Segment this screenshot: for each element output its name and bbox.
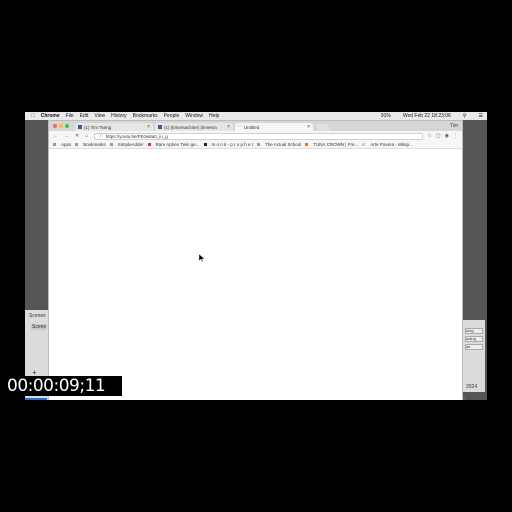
bookmark-simpleadder[interactable]: SimpleAdder	[109, 142, 144, 147]
zoom-window-icon[interactable]	[65, 124, 69, 128]
battery-percent[interactable]: 91%	[381, 113, 391, 119]
profile-button[interactable]: Tim	[450, 123, 458, 129]
bookmark-arte-povera[interactable]: Arte Povera - Wikip...	[362, 142, 413, 147]
taskbar-accent-left	[25, 398, 47, 400]
controls-panel: ning ading de 2024	[463, 320, 485, 392]
tab-strip: (1) Tim Tseng × (1) (timemachine) (timem…	[49, 121, 462, 131]
new-tab-button[interactable]	[315, 124, 331, 131]
menu-app-name[interactable]: Chrome	[41, 113, 60, 119]
tab-untitled[interactable]: ◠ Untitled ×	[235, 123, 313, 131]
menu-edit[interactable]: Edit	[80, 113, 89, 119]
mouse-cursor-icon	[199, 254, 205, 262]
bookmark-aphex[interactable]: Rare Aphex Twin ge...	[147, 142, 200, 147]
page-icon	[109, 143, 113, 146]
tab-close-icon[interactable]: ×	[227, 124, 230, 130]
menu-bookmarks[interactable]: Bookmarks	[133, 113, 158, 119]
bookmark-monk-prophet[interactable]: m o n k - p r o p h e t	[203, 142, 254, 147]
facebook-icon	[78, 125, 82, 129]
chrome-window: (1) Tim Tseng × (1) (timemachine) (timem…	[48, 120, 463, 400]
tab-label: Untitled	[243, 124, 260, 130]
control-button-2[interactable]: ading	[465, 336, 483, 342]
bookmark-label: TUNA CROWN | Fre...	[313, 142, 359, 147]
address-bar[interactable]: ⓘ https://youtu.be/FE0w8a0_iu_g	[94, 132, 424, 140]
browser-toolbar: ← → ✕ ⌂ ⓘ https://youtu.be/FE0w8a0_iu_g …	[49, 131, 462, 141]
notification-icon[interactable]: ☰	[479, 113, 483, 119]
bookmark-label: The Actual School	[265, 142, 302, 147]
menubar-status: 91% Wed Feb 22 18:23:06 ⚲ ☰	[375, 113, 483, 119]
scene-item[interactable]: Scene	[31, 324, 48, 330]
site-icon	[305, 143, 309, 146]
bookmark-actual-school[interactable]: The Actual School	[257, 142, 301, 147]
star-icon	[75, 143, 79, 146]
tab-close-icon[interactable]: ×	[307, 124, 310, 130]
menu-view[interactable]: View	[94, 113, 105, 119]
bookmark-label: Arte Povera - Wikip...	[370, 142, 413, 147]
page-icon	[257, 143, 261, 146]
facebook-icon	[158, 125, 162, 129]
bookmarks-bar: Apps Bookmarks SimpleAdder Rare Aphex Tw…	[49, 141, 462, 149]
window-controls	[53, 124, 69, 128]
tab-label: (1) (timemachine) (timema	[164, 124, 217, 130]
url-text[interactable]: https://youtu.be/FE0w8a0_iu_g	[106, 134, 168, 139]
forward-icon[interactable]: →	[64, 133, 69, 139]
page-content[interactable]	[49, 150, 462, 400]
extension-icon-2[interactable]: ◉	[445, 133, 449, 139]
menubar-clock[interactable]: Wed Feb 22 18:23:06	[403, 113, 451, 119]
mac-menubar:  Chrome File Edit View History Bookmark…	[25, 112, 487, 120]
bookmark-label: SimpleAdder	[117, 142, 144, 147]
tab-close-icon[interactable]: ×	[147, 124, 150, 130]
apps-grid-icon	[53, 143, 56, 146]
bookmark-star-icon[interactable]: ☆	[427, 133, 431, 139]
menu-kebab-icon[interactable]: ⋮	[453, 133, 458, 139]
bookmark-label: Rare Aphex Twin ge...	[155, 142, 200, 147]
year-label: 2024	[466, 384, 478, 390]
menu-help[interactable]: Help	[209, 113, 219, 119]
apple-icon[interactable]: 	[31, 113, 35, 119]
back-icon[interactable]: ←	[53, 133, 58, 139]
close-window-icon[interactable]	[53, 124, 57, 128]
extension-icon[interactable]: ▢	[436, 133, 441, 139]
control-button-3[interactable]: de	[465, 344, 483, 350]
info-icon[interactable]: ⓘ	[98, 133, 103, 139]
tab-label: (1) Tim Tseng	[84, 124, 112, 130]
site-icon	[203, 143, 207, 146]
scenes-label: Scenes	[29, 313, 46, 319]
bookmark-apps[interactable]: Apps	[53, 142, 71, 147]
video-timecode: 00:00:09;11	[7, 376, 122, 396]
menu-people[interactable]: People	[164, 113, 180, 119]
tab-tim-tseng[interactable]: (1) Tim Tseng ×	[75, 123, 153, 131]
spotlight-icon[interactable]: ⚲	[463, 113, 467, 119]
desktop-screen:  Chrome File Edit View History Bookmark…	[25, 112, 487, 400]
wikipedia-icon	[362, 143, 366, 146]
menu-window[interactable]: Window	[185, 113, 203, 119]
menu-file[interactable]: File	[66, 113, 74, 119]
control-button-1[interactable]: ning	[465, 328, 483, 334]
stop-icon[interactable]: ✕	[75, 133, 79, 139]
bookmark-label: Bookmarks	[83, 142, 106, 147]
youtube-icon	[147, 143, 151, 146]
bookmark-bookmarks[interactable]: Bookmarks	[75, 142, 106, 147]
menu-history[interactable]: History	[111, 113, 127, 119]
bookmark-tuna-crown[interactable]: TUNA CROWN | Fre...	[305, 142, 358, 147]
tab-timemachine[interactable]: (1) (timemachine) (timema ×	[155, 123, 233, 131]
loading-icon: ◠	[238, 124, 242, 129]
bookmark-label: m o n k - p r o p h e t	[211, 142, 254, 147]
bookmark-label: Apps	[61, 142, 72, 147]
minimize-window-icon[interactable]	[59, 124, 63, 128]
home-icon[interactable]: ⌂	[85, 133, 88, 139]
